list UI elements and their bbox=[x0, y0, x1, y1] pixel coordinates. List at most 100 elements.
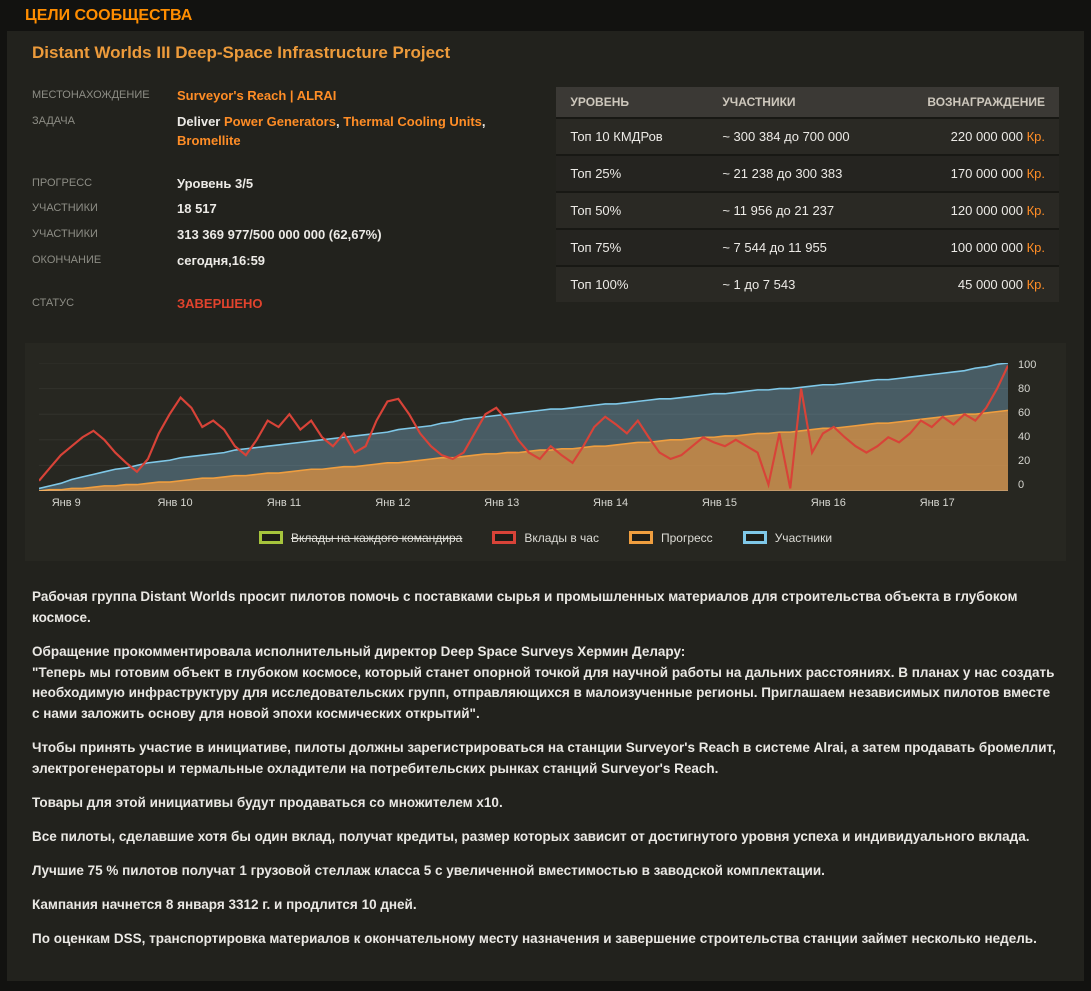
x-axis-label: Янв 13 bbox=[484, 496, 520, 509]
participants-range-cell: ~ 300 384 до 700 000 bbox=[708, 117, 914, 155]
currency-label: Кр. bbox=[1026, 166, 1045, 181]
legend-label: Вклады в час bbox=[524, 530, 599, 545]
detail-link[interactable]: Surveyor's Reach | ALRAI bbox=[177, 88, 336, 103]
detail-text: Deliver bbox=[177, 113, 224, 129]
reward-cell: 100 000 000 Кр. bbox=[913, 228, 1059, 266]
detail-value: ЗАВЕРШЕНО bbox=[177, 295, 263, 314]
x-axis-label: Янв 10 bbox=[157, 496, 193, 509]
detail-value: 313 369 977/500 000 000 (62,67%) bbox=[177, 226, 382, 245]
chart-legend: Вклады на каждого командира Вклады в час П… bbox=[39, 531, 1052, 545]
tier-cell: Топ 10 КМДРов bbox=[556, 117, 709, 155]
currency-label: Кр. bbox=[1026, 240, 1045, 255]
rewards-header-cell: УРОВЕНЬ bbox=[556, 87, 709, 118]
participants-range-cell: ~ 7 544 до 11 955 bbox=[708, 228, 914, 266]
y-axis-label: 20 bbox=[1018, 454, 1031, 467]
y-axis-label: 60 bbox=[1018, 406, 1031, 419]
detail-label: МЕСТОНАХОЖДЕНИЕ bbox=[32, 89, 150, 101]
rewards-row: Топ 10 КМДРов ~ 300 384 до 700 000 220 000… bbox=[556, 117, 1059, 155]
detail-text: Уровень 3/5 bbox=[177, 175, 254, 191]
rewards-header-row: УРОВЕНЬ УЧАСТНИКИ ВОЗНАГРАЖДЕНИЕ bbox=[556, 87, 1059, 118]
reward-cell: 120 000 000 Кр. bbox=[913, 191, 1059, 229]
legend-item[interactable]: Вклады в час bbox=[492, 531, 599, 545]
detail-row: ЗАДАЧА Deliver Power Generators, Thermal … bbox=[32, 113, 556, 151]
x-axis-label: Янв 12 bbox=[375, 496, 411, 509]
detail-value: Уровень 3/5 bbox=[177, 175, 253, 194]
detail-text: 313 369 977/500 000 000 (62,67%) bbox=[177, 227, 382, 243]
x-axis-label: Янв 9 bbox=[51, 496, 81, 509]
legend-label: Прогресс bbox=[660, 530, 713, 545]
legend-color-box bbox=[742, 531, 767, 545]
description-paragraph: Лучшие 75 % пилотов получат 1 грузовой с… bbox=[32, 862, 825, 878]
detail-label: УЧАСТНИКИ bbox=[32, 228, 98, 241]
goal-description: Рабочая группа Distant Worlds просит пил… bbox=[32, 587, 1059, 950]
rewards-table-body: Топ 10 КМДРов ~ 300 384 до 700 000 220 000… bbox=[556, 117, 1059, 302]
tier-cell: Топ 25% bbox=[556, 154, 709, 192]
reward-amount: 100 000 000 bbox=[950, 240, 1027, 255]
tier-cell: Топ 75% bbox=[556, 228, 709, 266]
page-title: ЦЕЛИ СООБЩЕСТВА bbox=[25, 7, 193, 24]
detail-label: УЧАСТНИКИ bbox=[32, 202, 98, 215]
y-axis-label: 0 bbox=[1018, 478, 1025, 491]
goal-info-section: МЕСТОНАХОЖДЕНИЕ Surveyor's Reach | ALRAI З… bbox=[32, 87, 1059, 321]
detail-label: ОКОНЧАНИЕ bbox=[32, 254, 102, 267]
reward-amount: 170 000 000 bbox=[950, 166, 1027, 181]
detail-row: СТАТУС ЗАВЕРШЕНО bbox=[32, 295, 556, 314]
rewards-row: Топ 100% ~ 1 до 7 543 45 000 000 Кр. bbox=[556, 265, 1059, 302]
detail-link[interactable]: Thermal Cooling Units bbox=[343, 114, 482, 129]
legend-color-box bbox=[492, 531, 517, 545]
reward-amount: 120 000 000 bbox=[950, 203, 1027, 218]
chart-panel: Янв 9 Янв 10 Янв 11 Янв 12 Янв 13 Янв 14 Янв 1… bbox=[25, 342, 1066, 561]
legend-item[interactable]: Прогресс bbox=[628, 530, 713, 545]
detail-label: СТАТУС bbox=[32, 296, 75, 309]
rewards-row: Топ 75% ~ 7 544 до 11 955 100 000 000 Кр. bbox=[556, 228, 1059, 266]
detail-label: ЗАДАЧА bbox=[32, 114, 75, 127]
detail-text: сегодня,16:59 bbox=[177, 253, 266, 269]
currency-label: Кр. bbox=[1026, 203, 1045, 218]
tier-cell: Топ 50% bbox=[556, 191, 709, 229]
goal-chart bbox=[39, 362, 1008, 491]
goal-title: Distant Worlds III Deep-Space Infrastruc… bbox=[32, 43, 451, 62]
goal-details: МЕСТОНАХОЖДЕНИЕ Surveyor's Reach | ALRAI З… bbox=[32, 87, 556, 321]
description-paragraph: Все пилоты, сделавшие хотя бы один вклад… bbox=[32, 829, 1030, 845]
participants-range-cell: ~ 11 956 до 21 237 bbox=[708, 191, 914, 229]
detail-value: Deliver Power Generators, Thermal Coolin… bbox=[177, 113, 486, 151]
legend-label: Вклады на каждого командира bbox=[290, 530, 463, 545]
currency-label: Кр. bbox=[1026, 277, 1045, 292]
x-axis-label: Янв 11 bbox=[266, 496, 302, 509]
detail-text: , bbox=[481, 113, 486, 129]
reward-amount: 45 000 000 bbox=[957, 277, 1027, 292]
detail-row: ПРОГРЕСС Уровень 3/5 bbox=[32, 175, 556, 194]
y-axis-label: 80 bbox=[1018, 382, 1031, 395]
legend-item[interactable]: Участники bbox=[742, 530, 833, 545]
legend-label: Участники bbox=[774, 530, 833, 545]
description-paragraph: Рабочая группа Distant Worlds просит пил… bbox=[32, 588, 1018, 625]
rewards-table: УРОВЕНЬ УЧАСТНИКИ ВОЗНАГРАЖДЕНИЕ Топ 10 КМ… bbox=[556, 87, 1059, 302]
detail-value: сегодня,16:59 bbox=[177, 252, 265, 271]
chart-y-axis: 100 80 60 40 20 0 bbox=[1008, 359, 1052, 491]
detail-link[interactable]: Bromellite bbox=[177, 133, 241, 148]
detail-row: ОКОНЧАНИЕ сегодня,16:59 bbox=[32, 252, 556, 271]
description-paragraph: По оценкам DSS, транспортировка материал… bbox=[32, 930, 1037, 946]
x-axis-label: Янв 14 bbox=[593, 496, 629, 509]
legend-color-box bbox=[258, 531, 283, 545]
participants-range-cell: ~ 1 до 7 543 bbox=[708, 265, 914, 302]
detail-row: МЕСТОНАХОЖДЕНИЕ Surveyor's Reach | ALRAI bbox=[32, 87, 556, 106]
y-axis-label: 100 bbox=[1018, 358, 1037, 371]
detail-link[interactable]: Power Generators bbox=[224, 114, 336, 129]
detail-value: 18 517 bbox=[177, 200, 217, 219]
rewards-header-cell: УЧАСТНИКИ bbox=[708, 87, 914, 118]
description-paragraph: Обращение прокомментировала исполнительн… bbox=[32, 643, 1055, 722]
detail-label: ПРОГРЕСС bbox=[32, 176, 93, 189]
reward-amount: 220 000 000 bbox=[950, 129, 1027, 144]
status-badge: ЗАВЕРШЕНО bbox=[177, 295, 263, 311]
legend-item[interactable]: Вклады на каждого командира bbox=[258, 530, 463, 545]
detail-value: Surveyor's Reach | ALRAI bbox=[177, 87, 336, 106]
description-paragraph: Кампания начнется 8 января 3312 г. и про… bbox=[32, 896, 417, 912]
description-paragraph: Чтобы принять участие в инициативе, пило… bbox=[32, 740, 1056, 777]
x-axis-label: Янв 17 bbox=[919, 496, 955, 509]
reward-cell: 45 000 000 Кр. bbox=[913, 265, 1059, 302]
rewards-row: Топ 50% ~ 11 956 до 21 237 120 000 000 Кр. bbox=[556, 191, 1059, 229]
detail-text: 18 517 bbox=[177, 201, 217, 217]
x-axis-label: Янв 16 bbox=[810, 496, 846, 509]
description-paragraph: Товары для этой инициативы будут продава… bbox=[32, 795, 503, 811]
